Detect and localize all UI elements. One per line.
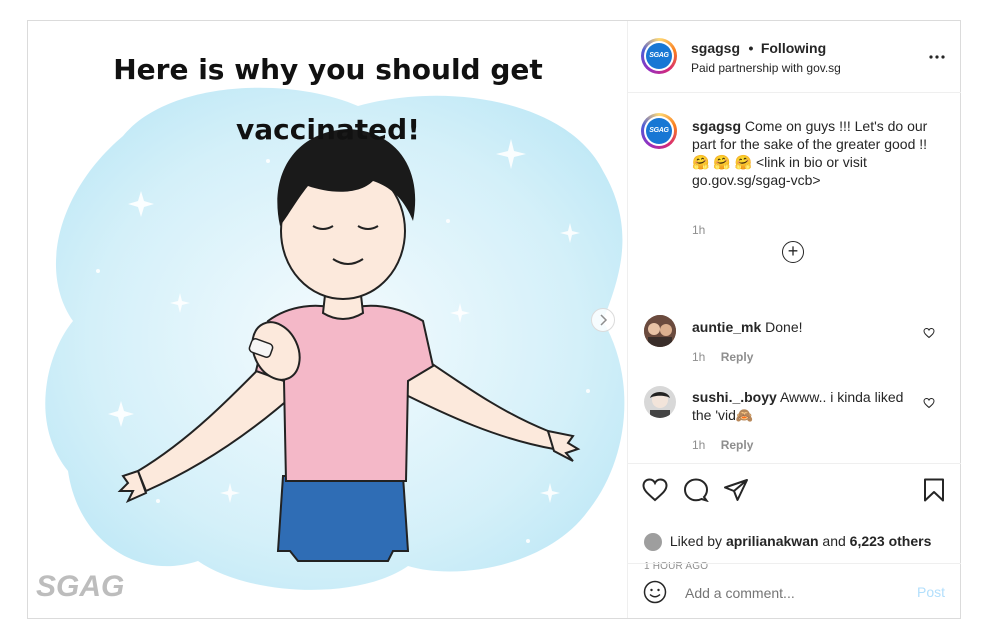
post-actions: Liked by aprilianakwan and 6,223 others … (628, 463, 961, 572)
caption-username[interactable]: sgagsg (692, 118, 741, 134)
caption-avatar-logo: SGAG (646, 118, 672, 144)
caption-time: 1h (692, 223, 706, 237)
liked-by-prefix: Liked by (669, 533, 723, 549)
vaccination-illustration: Here is why you should get vaccinated! S… (36, 53, 625, 603)
comment-auntie-mk: auntie_mk Done! (692, 318, 912, 336)
sgag-watermark: SGAG (36, 570, 124, 603)
comment-icon[interactable] (683, 478, 710, 507)
caption-avatar[interactable]: SGAG (641, 113, 677, 149)
post-image[interactable]: Here is why you should get vaccinated! S… (28, 21, 627, 618)
reply-button[interactable]: Reply (721, 438, 754, 452)
caption-emojis: 🤗 🤗 🤗 (692, 154, 753, 170)
comment-username[interactable]: sushi._.boyy (692, 389, 777, 405)
account-avatar[interactable]: SGAG (641, 38, 677, 74)
comment-time: 1h (692, 438, 706, 452)
next-arrow-icon[interactable] (591, 308, 615, 332)
comment-meta: 1h Reply (692, 350, 753, 364)
comment-meta: 1h Reply (692, 438, 753, 452)
comment-time: 1h (692, 350, 706, 364)
bookmark-icon[interactable] (923, 478, 945, 507)
comment-emoji: 🙈 (735, 407, 754, 423)
image-title-line2: vaccinated! (236, 113, 420, 146)
add-comment-input[interactable] (683, 580, 907, 606)
post-sidebar: SGAG sgagsg • Following Paid partnership… (627, 21, 961, 618)
heart-icon[interactable] (642, 478, 668, 507)
paid-partnership-link[interactable]: Paid partnership with gov.sg (691, 61, 841, 75)
liker-username[interactable]: aprilianakwan (726, 533, 819, 549)
header-separator: • (748, 40, 754, 56)
post-header: SGAG sgagsg • Following Paid partnership… (628, 21, 961, 93)
post-comment-button[interactable]: Post (917, 584, 945, 600)
emoji-icon[interactable] (643, 580, 667, 609)
likes-and: and (822, 533, 846, 549)
account-username[interactable]: sgagsg (691, 40, 740, 56)
share-icon[interactable] (723, 478, 749, 507)
following-button[interactable]: Following (761, 40, 826, 56)
comments-section[interactable]: SGAG sgagsg Come on guys !!! Let's do ou… (628, 93, 961, 463)
likes-count[interactable]: 6,223 others (850, 533, 932, 549)
more-icon[interactable] (929, 43, 945, 64)
avatar-logo: SGAG (646, 43, 672, 69)
add-comment-bar: Post (628, 563, 961, 618)
comment-sushi-boyy: sushi._.boyy Awww.. i kinda liked the 'v… (692, 388, 912, 424)
caption: sgagsg Come on guys !!! Let's do our par… (692, 117, 942, 189)
plus-icon[interactable]: + (782, 241, 804, 263)
image-title-line1: Here is why you should get (113, 53, 543, 86)
comment-like-heart-icon[interactable] (923, 326, 935, 339)
comment-username[interactable]: auntie_mk (692, 319, 761, 335)
comment-avatar-sushi-boyy[interactable] (644, 386, 676, 418)
post-card: Here is why you should get vaccinated! S… (27, 20, 961, 619)
comment-like-heart-icon[interactable] (923, 396, 935, 409)
reply-button[interactable]: Reply (721, 350, 754, 364)
comment-text: Done! (765, 319, 803, 335)
likes-row: Liked by aprilianakwan and 6,223 others (644, 533, 932, 552)
liker-avatar[interactable] (644, 533, 662, 552)
comment-avatar-auntie-mk[interactable] (644, 315, 676, 347)
